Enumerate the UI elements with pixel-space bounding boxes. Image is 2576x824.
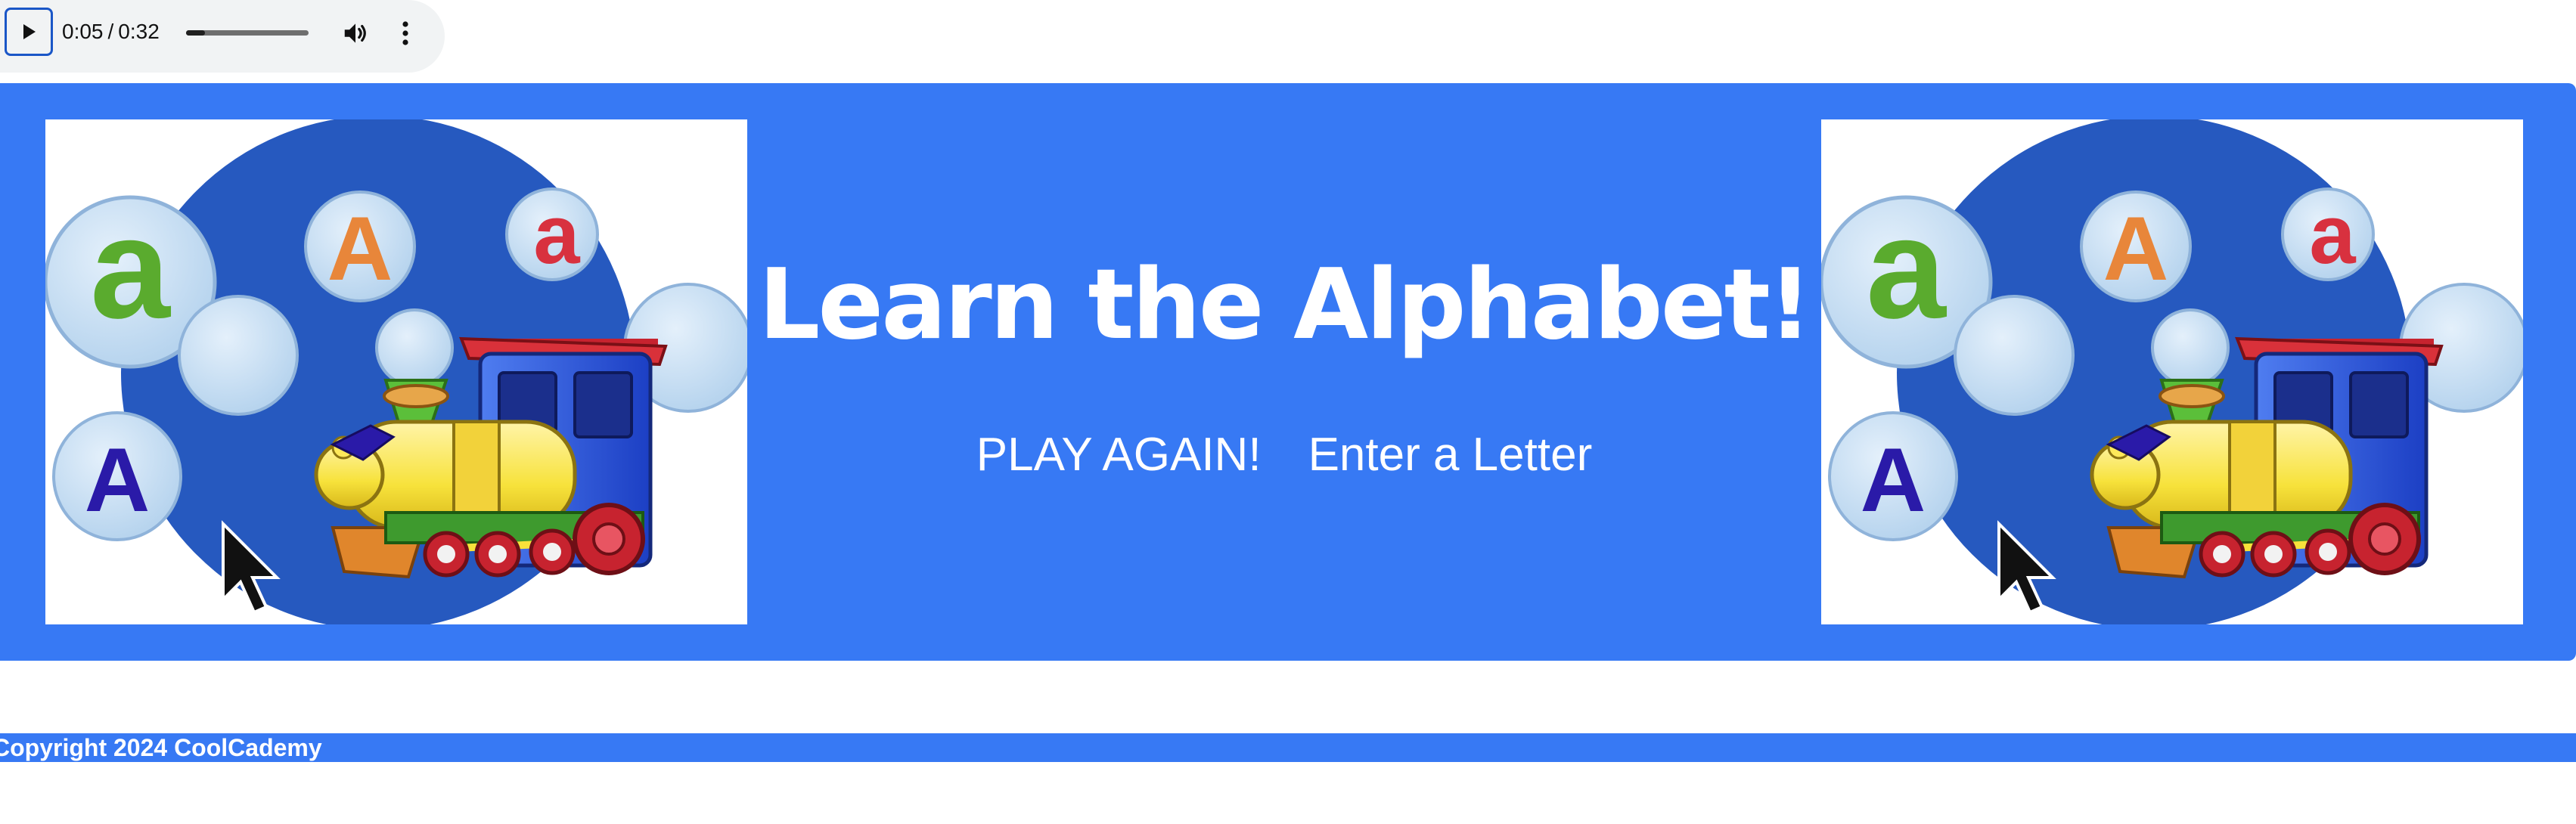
seek-bar-progress [186,30,206,36]
play-again-link[interactable]: PLAY AGAIN! [976,425,1262,485]
enter-letter-link[interactable]: Enter a Letter [1308,425,1593,485]
footer: Copyright 2024 CoolCademy [0,733,2576,762]
bubble [1954,295,2075,416]
play-button[interactable] [5,8,53,56]
alphabet-train-image: a A a A [1821,119,2523,624]
letter-lowercase-a-green: a [90,188,171,348]
copyright-text: Copyright 2024 CoolCademy [0,734,322,761]
time-separator: / [107,20,114,43]
seek-bar[interactable] [186,30,309,36]
duration: 0:32 [118,20,160,43]
letter-uppercase-a-blue: A [85,429,151,531]
audio-player: 0:05/0:32 [0,0,445,73]
time-display: 0:05/0:32 [62,17,160,47]
hero-banner: a A a A Learn the Alphabet! PLAY AGAIN! … [0,83,2576,661]
current-time: 0:05 [62,20,104,43]
banner-center: Learn the Alphabet! PLAY AGAIN! Enter a … [747,83,1821,661]
page-title: Learn the Alphabet! [758,249,1812,361]
bubble [178,295,299,416]
letter-lowercase-a-red: a [2309,188,2356,281]
bubble [375,308,454,387]
letter-lowercase-a-red: a [533,188,580,281]
alphabet-illustration-left: a A a A [45,119,747,624]
letter-uppercase-a-blue: A [1861,429,1926,531]
banner-nav: PLAY AGAIN! Enter a Letter [747,425,1821,485]
more-options-button[interactable] [390,17,421,50]
more-vertical-icon [402,21,408,45]
letter-uppercase-a-orange: A [2103,198,2169,299]
play-icon [23,24,36,39]
bubble [2151,308,2230,387]
volume-icon [344,23,366,43]
alphabet-illustration-right: a A a A [1821,119,2523,624]
letter-lowercase-a-green: a [1866,188,1947,348]
alphabet-train-image: a A a A [45,119,747,624]
letter-uppercase-a-orange: A [327,198,393,299]
volume-button[interactable] [339,17,372,50]
